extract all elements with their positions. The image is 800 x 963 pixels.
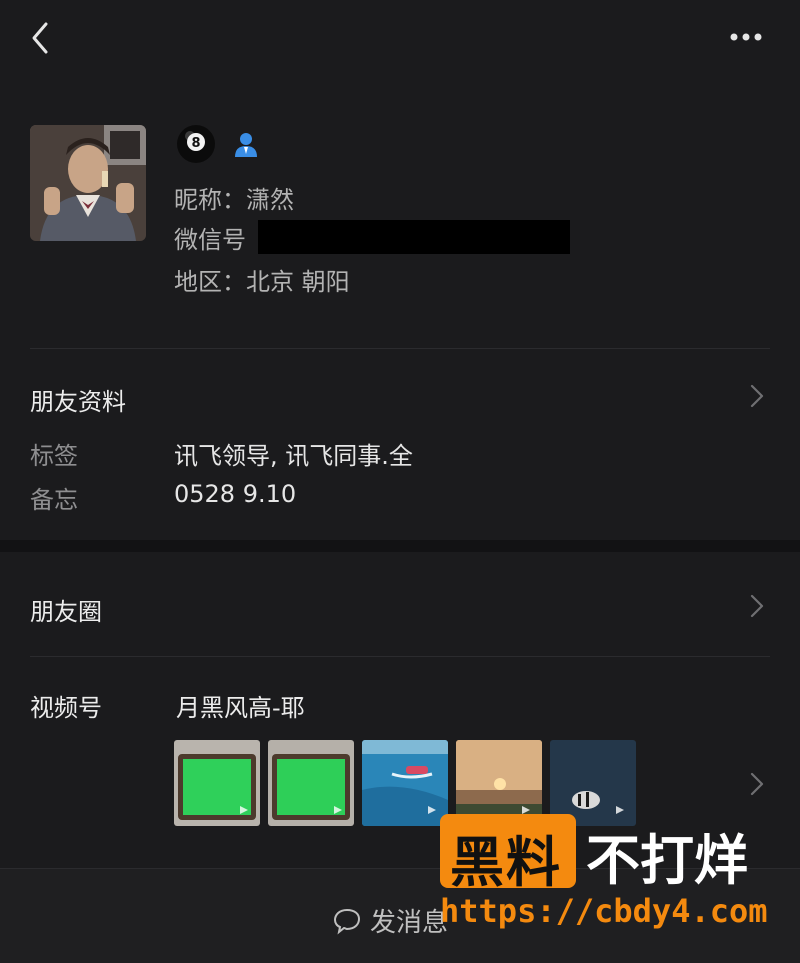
video-thumbnail[interactable] (268, 740, 354, 826)
divider (30, 348, 770, 349)
more-button[interactable] (722, 26, 770, 48)
avatar[interactable] (30, 125, 146, 241)
moments-title: 朋友圈 (30, 598, 102, 626)
tags-value: 讯飞领导, 讯飞同事.全 (174, 442, 413, 470)
send-message-button[interactable]: 发消息 (332, 902, 448, 939)
nickname-value: 潇然 (246, 186, 294, 214)
divider (30, 656, 770, 657)
chat-bubble-icon (333, 908, 361, 935)
eight-ball-icon: 8 (176, 124, 216, 164)
chevron-right-icon (750, 772, 764, 796)
memo-value: 0528 9.10 (174, 480, 297, 508)
chevron-right-icon (750, 384, 764, 408)
chevron-right-icon (750, 594, 764, 618)
back-icon (32, 22, 48, 54)
region-label: 地区： (174, 268, 246, 296)
friend-info-row[interactable]: 朋友资料 (0, 360, 800, 430)
channels-title: 视频号 (30, 694, 102, 722)
section-separator (0, 540, 800, 552)
back-button[interactable] (22, 18, 58, 58)
svg-text:8: 8 (191, 136, 200, 151)
watermark-url: https://cbdy4.com (440, 892, 768, 930)
more-icon (730, 33, 762, 41)
person-badge-icon (232, 130, 260, 158)
tags-key: 标签 (30, 442, 78, 470)
video-thumbnail[interactable] (362, 740, 448, 826)
wechat-id-label: 微信号 (174, 226, 246, 254)
moments-row[interactable]: 朋友圈 (0, 556, 800, 654)
region-value: 北京 朝阳 (246, 268, 350, 296)
watermark-box-text: 黑料 (450, 831, 562, 894)
memo-key: 备忘 (30, 486, 78, 514)
wechat-id-row: 微信号 (174, 220, 246, 255)
channel-name: 月黑风高-耶 (176, 694, 305, 722)
send-message-label: 发消息 (370, 908, 449, 938)
wechat-id-redaction (258, 220, 570, 254)
region-row: 地区：北京 朝阳 (174, 262, 350, 297)
friend-info-title: 朋友资料 (30, 388, 126, 416)
video-thumbnail[interactable] (174, 740, 260, 826)
nickname-row: 昵称：潇然 (174, 180, 294, 215)
watermark-right-text: 不打烊 (586, 829, 748, 892)
nickname-label: 昵称： (174, 186, 246, 214)
